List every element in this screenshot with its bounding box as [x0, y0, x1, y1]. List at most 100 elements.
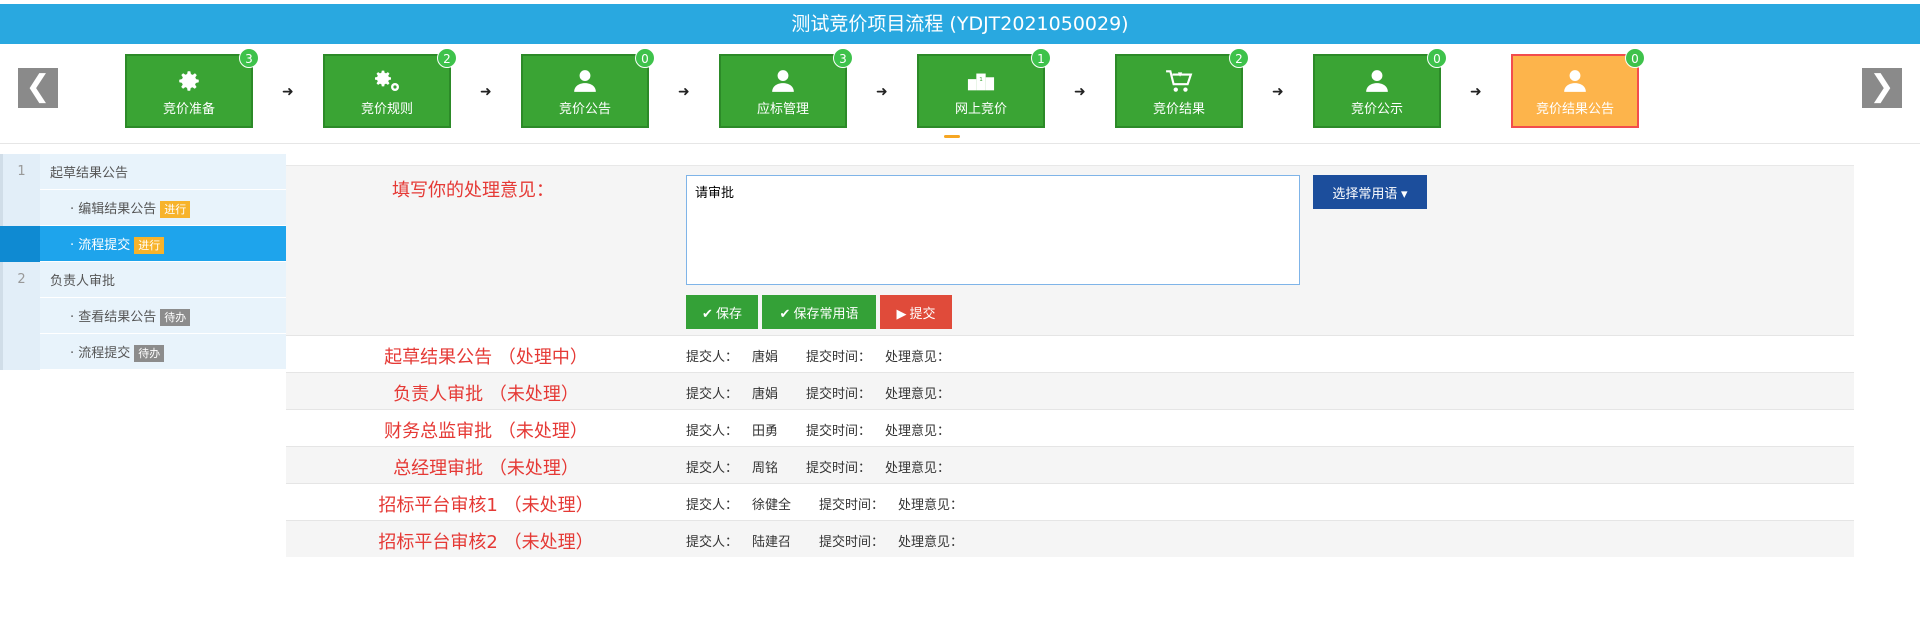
- submitter-label: 提交人： 唐娟: [686, 350, 792, 365]
- step-bid-management[interactable]: 应标管理 3: [719, 48, 853, 128]
- step-bid-result[interactable]: 竞价结果 2: [1115, 48, 1249, 128]
- step-bid-publicity[interactable]: 竞价公示 0: [1313, 48, 1447, 128]
- step-count-badge: 3: [239, 48, 259, 68]
- chevron-down-icon: ▾: [1401, 185, 1408, 201]
- step-bid-prepare[interactable]: 竞价准备 3: [125, 48, 259, 128]
- item-text: · 编辑结果公告 进行: [40, 198, 191, 218]
- sidebar-item-view-notice[interactable]: · 查看结果公告 待办: [0, 297, 286, 334]
- sidebar-group-draft[interactable]: 1 起草结果公告: [0, 153, 286, 190]
- submitter-name: 徐健全: [752, 498, 792, 513]
- record-title: 财务总监审批 （未处理）: [384, 421, 588, 442]
- step-label: 竞价结果: [1152, 102, 1205, 117]
- sidebar-item-submit-flow-2[interactable]: · 流程提交 待办: [0, 333, 286, 370]
- save-label: 保存: [715, 305, 742, 321]
- record-info: 提交人： 唐娟 提交时间： 处理意见：: [686, 346, 964, 365]
- submitter-label: 提交人： 周铭: [686, 461, 792, 476]
- record-row: 负责人审批 （未处理） 提交人： 唐娟 提交时间： 处理意见：: [286, 372, 1854, 409]
- save-phrase-button[interactable]: ✔ 保存常用语: [762, 295, 876, 329]
- submitter-name: 田勇: [752, 424, 779, 439]
- sidebar: 1 起草结果公告 · 编辑结果公告 进行 · 流程提交 进行 2 负责人审批 · 查…: [0, 153, 286, 370]
- opinion-caption: 处理意见：: [885, 461, 951, 476]
- time-label: 提交时间：: [819, 535, 885, 550]
- opinion-textarea[interactable]: 请审批: [686, 175, 1300, 285]
- step-count-badge: 0: [1427, 48, 1447, 68]
- sidebar-group-approval[interactable]: 2 负责人审批: [0, 261, 286, 298]
- submitter-label: 提交人： 陆建召: [686, 535, 805, 550]
- step-label: 网上竞价: [954, 102, 1007, 117]
- submit-label: 提交: [909, 305, 936, 321]
- arrow-icon: ➜: [480, 84, 492, 100]
- save-button[interactable]: ✔ 保存: [686, 295, 758, 329]
- record-info: 提交人： 田勇 提交时间： 处理意见：: [686, 420, 964, 439]
- row-gutter: [0, 333, 40, 370]
- record-title: 起草结果公告 （处理中）: [384, 347, 588, 368]
- item-label: · 流程提交: [70, 237, 131, 253]
- group-number: 1: [0, 153, 40, 190]
- step-label: 竞价规则: [360, 102, 413, 117]
- step-count-badge: 2: [437, 48, 457, 68]
- choose-phrase-button[interactable]: 选择常用语 ▾: [1313, 175, 1427, 209]
- svg-text:1: 1: [979, 77, 983, 83]
- gears-icon: [375, 70, 399, 91]
- status-badge: 进行: [134, 236, 165, 254]
- check-icon: ✔: [779, 305, 791, 321]
- record-row: 招标平台审核2 （未处理） 提交人： 陆建召 提交时间： 处理意见：: [286, 520, 1854, 557]
- submitter-name: 周铭: [752, 461, 779, 476]
- record-info: 提交人： 唐娟 提交时间： 处理意见：: [686, 383, 964, 402]
- check-icon: ✔: [702, 305, 713, 321]
- item-label: · 流程提交: [70, 345, 131, 361]
- arrow-icon: ➜: [1074, 84, 1086, 100]
- user-icon: [1366, 70, 1388, 92]
- item-label: · 编辑结果公告: [70, 201, 157, 217]
- item-text: · 流程提交 进行: [40, 234, 165, 254]
- step-bid-rules[interactable]: 竞价规则 2: [323, 48, 457, 128]
- step-count-badge: 0: [1625, 48, 1645, 68]
- time-label: 提交时间：: [806, 350, 872, 365]
- status-badge: 待办: [160, 308, 191, 326]
- step-count-badge: 3: [833, 48, 853, 68]
- step-online-bidding[interactable]: 1 网上竞价 1: [917, 48, 1051, 128]
- submitter-caption: 提交人：: [686, 387, 739, 402]
- user-icon: [1564, 70, 1586, 92]
- step-count-badge: 1: [1031, 48, 1051, 68]
- step-indicator: [944, 135, 960, 138]
- row-gutter: [0, 225, 40, 262]
- step-label: 竞价结果公告: [1535, 102, 1614, 117]
- submitter-label: 提交人： 唐娟: [686, 387, 792, 402]
- record-row: 招标平台审核1 （未处理） 提交人： 徐健全 提交时间： 处理意见：: [286, 483, 1854, 520]
- step-count-badge: 2: [1229, 48, 1249, 68]
- time-label: 提交时间：: [806, 387, 872, 402]
- sidebar-item-edit-notice[interactable]: · 编辑结果公告 进行: [0, 189, 286, 226]
- opinion-panel: 填写你的处理意见： 请审批 选择常用语 ▾ ✔ 保存 ✔ 保存常用语 ▶ 提交: [286, 165, 1854, 335]
- time-label: 提交时间：: [806, 424, 872, 439]
- step-bid-result-notice[interactable]: 竞价结果公告 0: [1511, 48, 1645, 128]
- record-info: 提交人： 周铭 提交时间： 处理意见：: [686, 457, 964, 476]
- arrow-icon: ➜: [876, 84, 888, 100]
- cart-icon: [1166, 70, 1193, 92]
- arrow-icon: ➜: [1272, 84, 1284, 100]
- record-info: 提交人： 徐健全 提交时间： 处理意见：: [686, 494, 977, 513]
- item-text: · 流程提交 待办: [40, 342, 165, 362]
- submitter-name: 陆建召: [752, 535, 792, 550]
- next-arrow-button[interactable]: ❯: [1862, 68, 1902, 108]
- submitter-caption: 提交人：: [686, 461, 739, 476]
- record-info: 提交人： 陆建召 提交时间： 处理意见：: [686, 531, 977, 550]
- user-icon: [772, 70, 794, 92]
- main-content: 填写你的处理意见： 请审批 选择常用语 ▾ ✔ 保存 ✔ 保存常用语 ▶ 提交 起草结…: [286, 165, 1854, 557]
- sidebar-item-submit-flow[interactable]: · 流程提交 进行: [0, 225, 286, 262]
- process-steps: ❮ ❯ 竞价准备 3 ➜ 竞价规则 2 ➜ 竞价公告 0 ➜ 应标管理 3 ➜ …: [0, 44, 1920, 144]
- item-label: · 查看结果公告: [70, 309, 157, 325]
- step-label: 应标管理: [756, 102, 809, 117]
- row-gutter: [0, 189, 40, 226]
- arrow-icon: ➜: [282, 84, 294, 100]
- prev-arrow-button[interactable]: ❮: [18, 68, 58, 108]
- submit-button[interactable]: ▶ 提交: [880, 295, 952, 329]
- play-icon: ▶: [896, 305, 907, 321]
- opinion-caption: 处理意见：: [898, 535, 964, 550]
- status-badge: 待办: [134, 344, 165, 362]
- step-bid-notice[interactable]: 竞价公告 0: [521, 48, 655, 128]
- user-icon: [574, 70, 596, 92]
- opinion-caption: 处理意见：: [885, 350, 951, 365]
- record-row: 起草结果公告 （处理中） 提交人： 唐娟 提交时间： 处理意见：: [286, 335, 1854, 372]
- choose-phrase-label: 选择常用语: [1332, 185, 1398, 201]
